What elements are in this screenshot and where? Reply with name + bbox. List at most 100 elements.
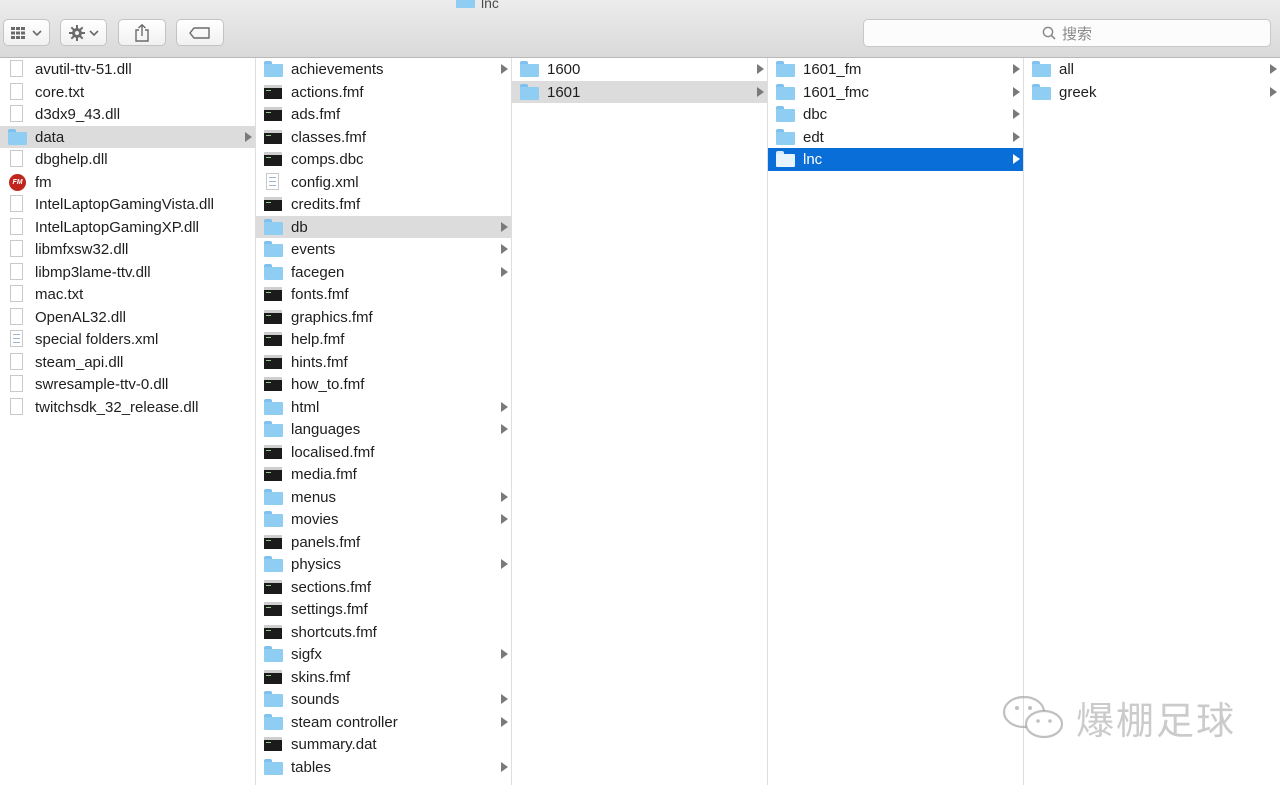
item-label: facegen [291, 263, 345, 281]
item-label: d3dx9_43.dll [35, 106, 121, 123]
list-item[interactable]: actions.fmf [256, 81, 511, 104]
item-label: graphics.fmf [291, 308, 373, 326]
item-label: physics [291, 556, 342, 573]
list-item[interactable]: swresample-ttv-0.dll [0, 373, 255, 396]
disclosure-arrow-icon [501, 266, 508, 277]
list-item[interactable]: settings.fmf [256, 598, 511, 621]
list-item[interactable]: fonts.fmf [256, 283, 511, 306]
item-label: 1601_fmc [803, 83, 869, 101]
list-item[interactable]: 1601_fm [768, 58, 1023, 81]
folder-icon [264, 691, 283, 707]
list-item[interactable]: libmp3lame-ttv.dll [0, 261, 255, 284]
view-options-button[interactable] [3, 19, 50, 46]
document-icon [10, 375, 23, 392]
list-item[interactable]: graphics.fmf [256, 306, 511, 329]
action-menu-button[interactable] [60, 19, 107, 46]
list-item[interactable]: tables [256, 756, 511, 779]
disclosure-arrow-icon [757, 64, 764, 74]
list-item[interactable]: special folders.xml [0, 328, 255, 351]
list-item[interactable]: FM fm [0, 171, 255, 194]
item-label: avutil-ttv-51.dll [35, 61, 132, 78]
list-item[interactable]: 1601 [512, 80, 767, 103]
list-item[interactable]: sigfx [256, 643, 511, 666]
list-item[interactable]: IntelLaptopGamingVista.dll [0, 193, 255, 216]
list-item[interactable]: all [1024, 58, 1280, 81]
item-label: localised.fmf [291, 443, 375, 461]
document-icon [10, 285, 23, 302]
list-item[interactable]: help.fmf [256, 328, 511, 351]
item-label: sounds [291, 691, 340, 708]
list-item[interactable]: facegen [256, 261, 511, 284]
list-item[interactable]: shortcuts.fmf [256, 621, 511, 644]
disclosure-arrow-icon [757, 86, 764, 97]
list-item[interactable]: how_to.fmf [256, 373, 511, 396]
list-item[interactable]: twitchsdk_32_release.dll [0, 396, 255, 419]
list-item[interactable]: menus [256, 486, 511, 509]
list-item[interactable]: physics [256, 553, 511, 576]
list-item[interactable]: core.txt [0, 81, 255, 104]
item-label: 1601 [547, 83, 581, 101]
chevron-down-icon [32, 29, 42, 36]
tag-button[interactable] [176, 19, 224, 46]
list-item[interactable]: 1600 [512, 58, 767, 81]
folder-icon [1032, 61, 1051, 77]
search-field[interactable]: 搜索 [863, 19, 1271, 47]
list-item[interactable]: ads.fmf [256, 103, 511, 126]
list-item[interactable]: classes.fmf [256, 126, 511, 149]
title-folder-icon [456, 0, 475, 10]
item-label: OpenAL32.dll [35, 308, 126, 326]
folder-icon [264, 488, 283, 505]
list-item[interactable]: html [256, 396, 511, 419]
list-item[interactable]: steam controller [256, 711, 511, 734]
list-item[interactable]: localised.fmf [256, 441, 511, 464]
list-item[interactable]: achievements [256, 58, 511, 81]
item-label: config.xml [291, 173, 359, 191]
exec-file-icon [264, 152, 282, 166]
list-item[interactable]: media.fmf [256, 463, 511, 486]
list-item[interactable]: greek [1024, 81, 1280, 104]
item-label: ads.fmf [291, 106, 341, 123]
list-item[interactable]: summary.dat [256, 733, 511, 756]
list-item[interactable]: 1601_fmc [768, 81, 1023, 104]
search-placeholder: 搜索 [1061, 25, 1092, 43]
list-item[interactable]: sections.fmf [256, 576, 511, 599]
list-item[interactable]: skins.fmf [256, 666, 511, 689]
list-item[interactable]: edt [768, 126, 1023, 149]
list-item[interactable]: d3dx9_43.dll [0, 103, 255, 126]
list-item[interactable]: dbghelp.dll [0, 148, 255, 171]
list-item[interactable]: lnc [768, 148, 1023, 171]
list-item[interactable]: db [256, 215, 511, 238]
list-item[interactable]: events [256, 238, 511, 261]
item-label: shortcuts.fmf [291, 623, 377, 641]
folder-icon [776, 151, 795, 167]
folder-icon [776, 83, 795, 100]
list-item[interactable]: panels.fmf [256, 531, 511, 554]
list-item[interactable]: comps.dbc [256, 148, 511, 171]
disclosure-arrow-icon [1013, 131, 1020, 142]
list-item[interactable]: avutil-ttv-51.dll [0, 58, 255, 81]
list-item[interactable]: data [0, 125, 255, 148]
item-label: panels.fmf [291, 533, 361, 551]
disclosure-arrow-icon [501, 424, 508, 434]
gear-icon [69, 24, 85, 41]
disclosure-arrow-icon [501, 761, 508, 772]
share-button[interactable] [118, 19, 166, 46]
item-label: steam_api.dll [35, 353, 124, 371]
item-label: core.txt [35, 83, 85, 101]
document-icon [10, 82, 23, 100]
list-item[interactable]: IntelLaptopGamingXP.dll [0, 216, 255, 239]
list-item[interactable]: sounds [256, 688, 511, 711]
list-item[interactable]: steam_api.dll [0, 351, 255, 374]
list-item[interactable]: mac.txt [0, 283, 255, 306]
list-item[interactable]: config.xml [256, 171, 511, 194]
item-label: twitchsdk_32_release.dll [35, 398, 199, 416]
disclosure-arrow-icon [501, 716, 508, 727]
list-item[interactable]: languages [256, 418, 511, 441]
item-label: mac.txt [35, 286, 84, 303]
list-item[interactable]: dbc [768, 103, 1023, 126]
list-item[interactable]: libmfxsw32.dll [0, 238, 255, 261]
list-item[interactable]: credits.fmf [256, 193, 511, 216]
list-item[interactable]: hints.fmf [256, 351, 511, 374]
list-item[interactable]: movies [256, 508, 511, 531]
list-item[interactable]: OpenAL32.dll [0, 306, 255, 329]
